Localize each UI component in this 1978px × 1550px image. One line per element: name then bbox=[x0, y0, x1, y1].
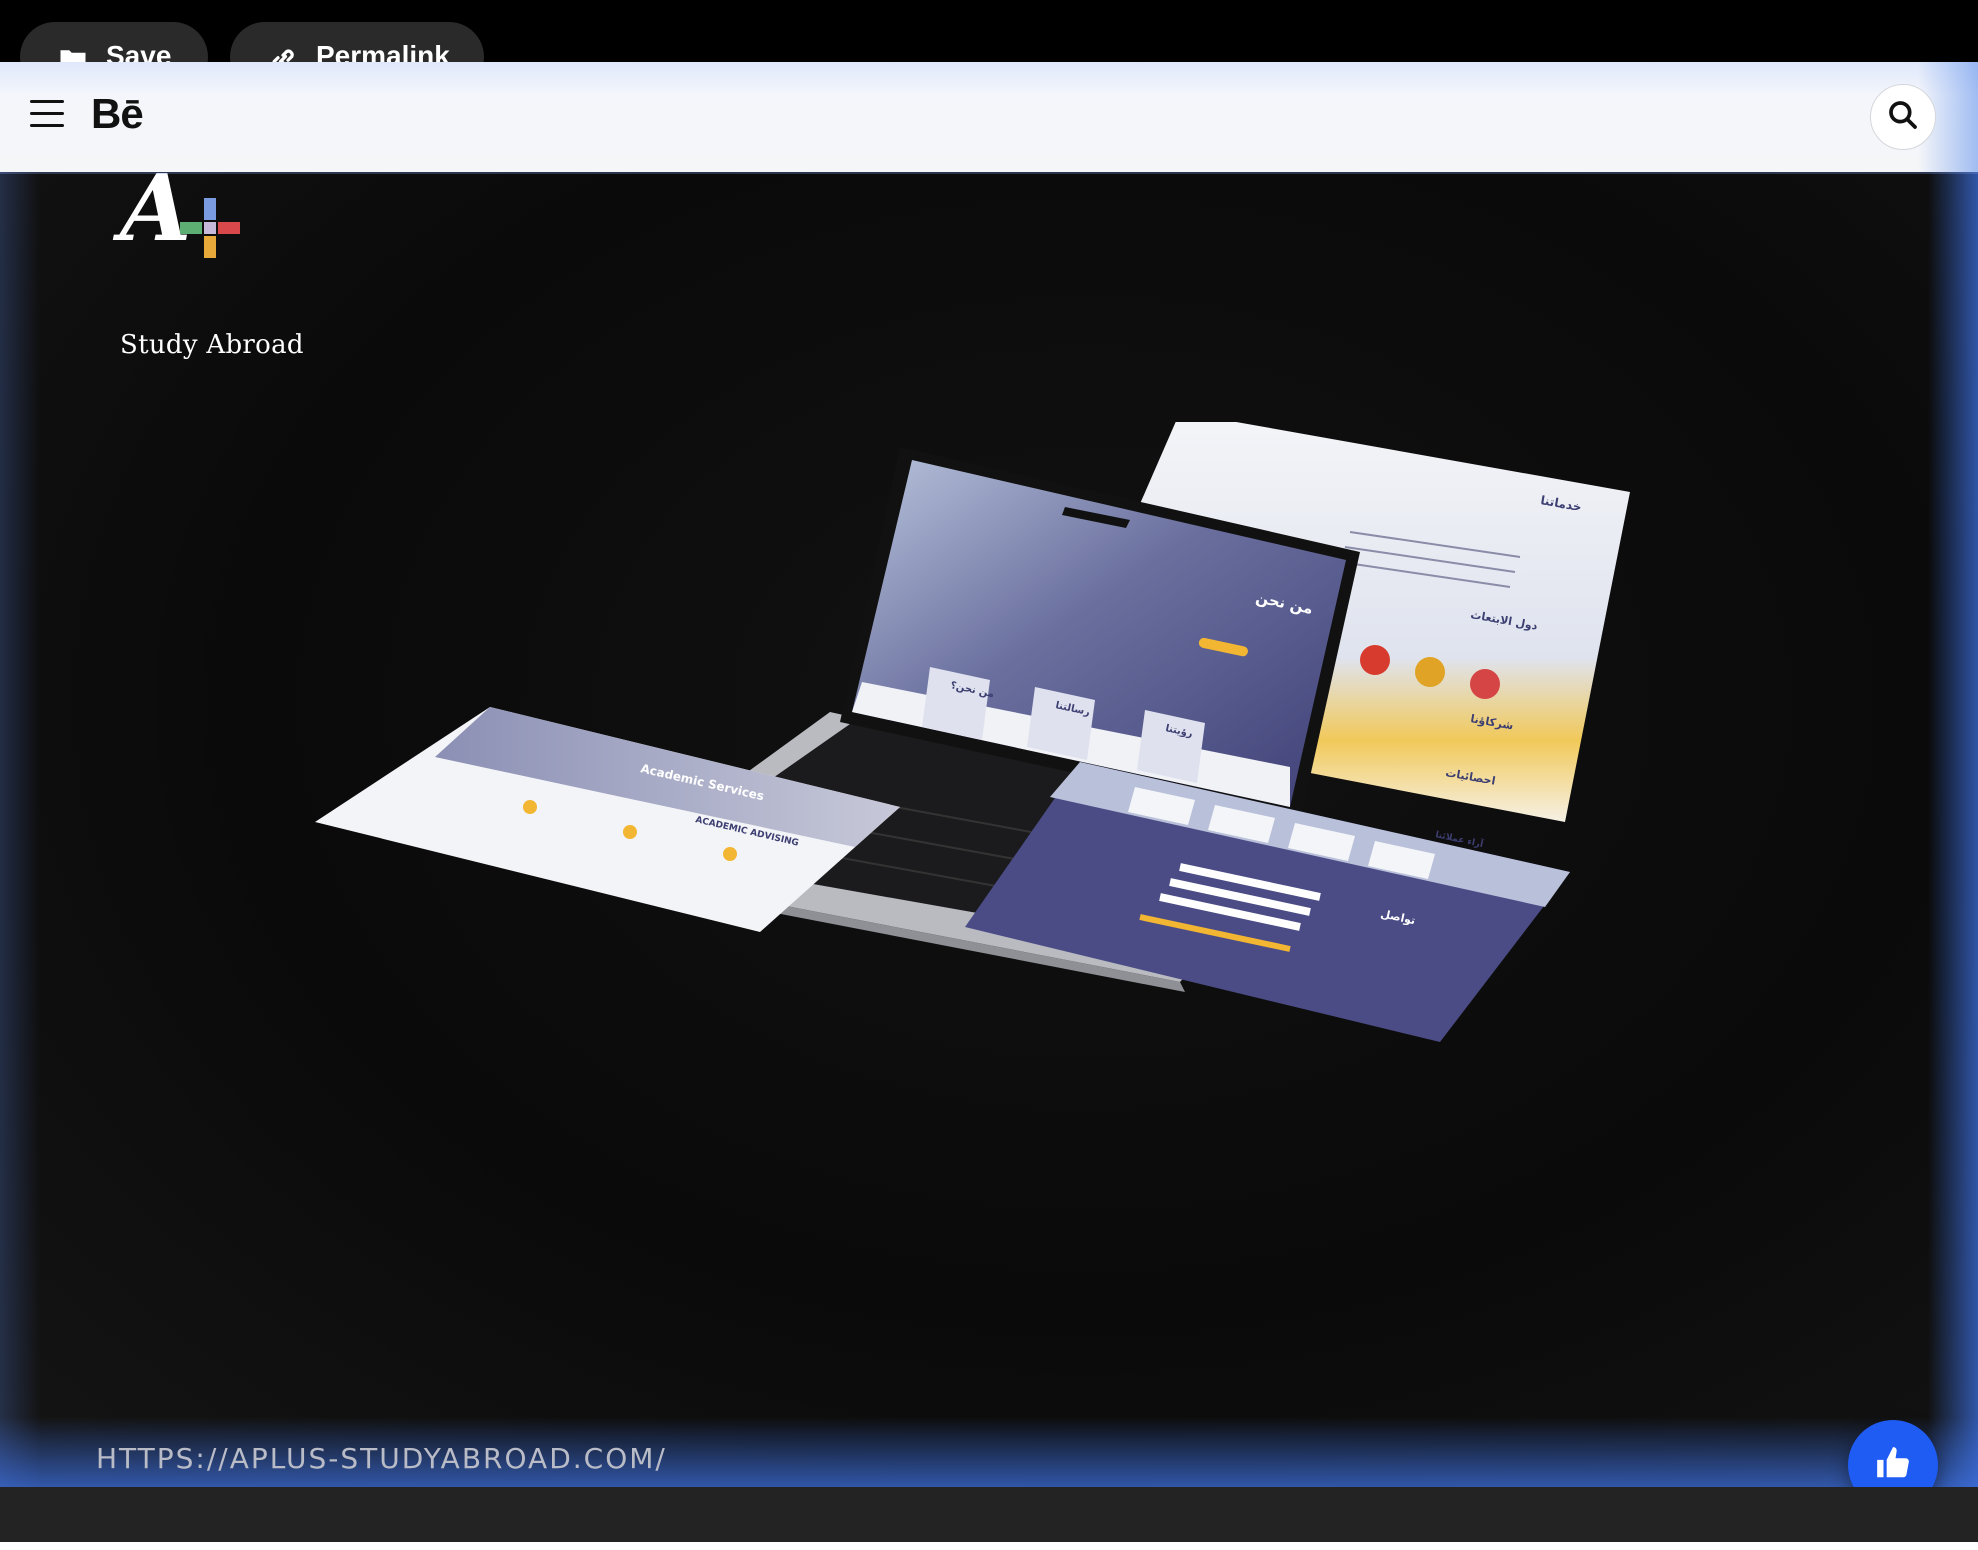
save-label: Save bbox=[106, 40, 172, 62]
site-header: Bē bbox=[0, 62, 1978, 172]
link-icon bbox=[268, 40, 298, 62]
hamburger-menu-icon[interactable] bbox=[30, 100, 64, 134]
search-icon bbox=[1887, 99, 1919, 136]
save-button[interactable]: Save bbox=[20, 22, 208, 62]
permalink-label: Permalink bbox=[316, 40, 450, 62]
logo-tagline: Study Abroad bbox=[120, 330, 304, 360]
plus-logo-mark bbox=[180, 198, 240, 258]
website-mockup-illustration: خدماتنا دول الابتعاث شركاؤنا احصائيات من… bbox=[315, 422, 1630, 1042]
search-button[interactable] bbox=[1870, 84, 1936, 150]
folder-icon bbox=[58, 40, 88, 62]
top-action-strip: Save Permalink bbox=[0, 0, 1978, 62]
project-image: A Study Abroad خدماتنا دول الابتعاث شركا… bbox=[0, 62, 1978, 1487]
thumbs-up-icon bbox=[1874, 1444, 1912, 1487]
permalink-button[interactable]: Permalink bbox=[230, 22, 484, 62]
study-abroad-logo: A Study Abroad bbox=[120, 154, 304, 360]
bottom-bar bbox=[0, 1487, 1978, 1550]
behance-logo[interactable]: Bē bbox=[91, 90, 144, 138]
website-url: HTTPS://APLUS-STUDYABROAD.COM/ bbox=[96, 1442, 667, 1475]
